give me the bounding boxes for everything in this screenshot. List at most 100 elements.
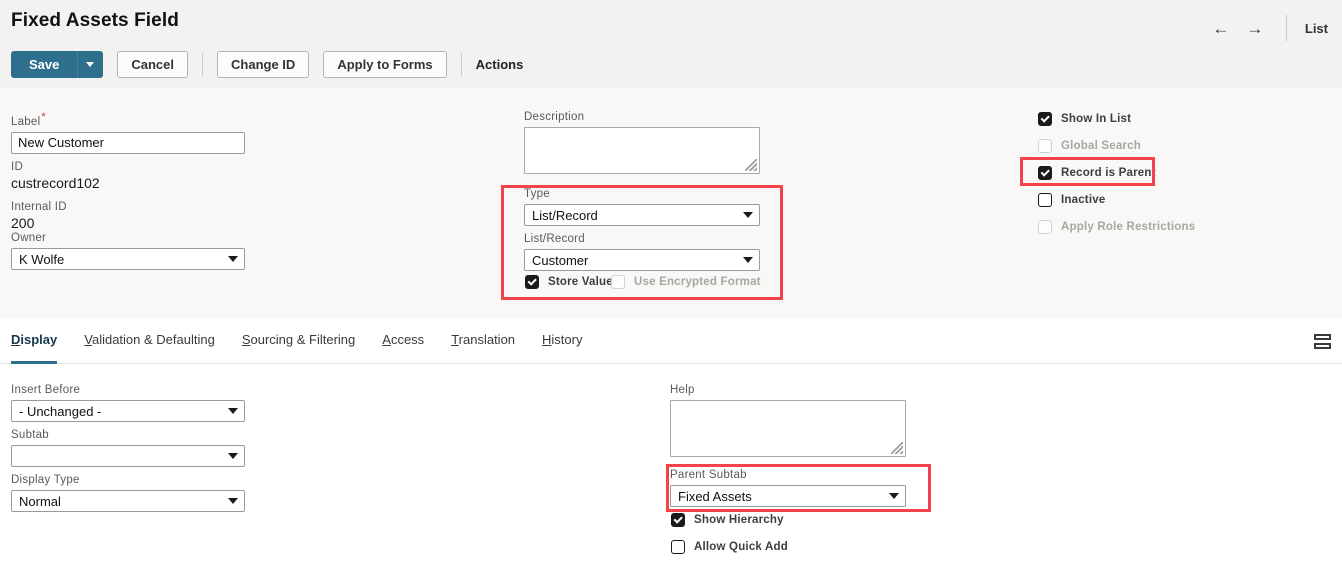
toolbar: Save Cancel Change ID Apply to Forms Act… (11, 51, 523, 78)
description-field-group: Description (524, 111, 760, 174)
internal-id-field-group: Internal ID 200 (11, 201, 67, 231)
layout-row-bottom (1314, 343, 1331, 349)
checkbox-box (525, 275, 539, 289)
checkbox-box (1038, 166, 1052, 180)
save-dropdown-button[interactable] (77, 51, 104, 78)
checkbox-box (1038, 112, 1052, 126)
parent-subtab-select[interactable]: Fixed Assets (670, 485, 906, 507)
show-in-list-label: Show In List (1061, 113, 1132, 125)
owner-field-label: Owner (11, 232, 47, 244)
allow-quick-add-checkbox[interactable]: Allow Quick Add (671, 540, 788, 554)
id-value: custrecord102 (11, 175, 100, 191)
check-icon (673, 514, 683, 524)
tab-display[interactable]: Display (11, 318, 58, 364)
tab-translation[interactable]: Translation (451, 318, 515, 364)
check-icon (527, 276, 537, 286)
actions-menu[interactable]: Actions (476, 57, 524, 72)
resize-handle-icon[interactable] (745, 159, 757, 171)
internal-id-value: 200 (11, 215, 35, 231)
internal-id-field-label: Internal ID (11, 201, 67, 213)
label-input[interactable] (11, 131, 245, 154)
type-select[interactable]: List/Record (524, 204, 760, 226)
use-encrypted-format-checkbox: Use Encrypted Format (611, 275, 761, 289)
tab-access-accel: A (382, 332, 391, 347)
chevron-down-icon (86, 62, 95, 67)
record-is-parent-checkbox[interactable]: Record is Parent (1038, 166, 1156, 180)
tab-display-rest: isplay (20, 332, 58, 347)
owner-select[interactable]: K Wolfe (11, 248, 245, 270)
record-is-parent-label: Record is Parent (1061, 167, 1156, 179)
toolbar-divider-1 (202, 52, 204, 77)
change-id-button[interactable]: Change ID (217, 51, 310, 78)
chevron-down-icon (228, 408, 238, 414)
subtab-select[interactable] (11, 445, 245, 467)
chevron-down-icon (743, 257, 753, 263)
cancel-button[interactable]: Cancel (117, 51, 189, 78)
tab-history[interactable]: History (542, 318, 582, 364)
chevron-down-icon (228, 256, 238, 262)
checkbox-box (1038, 220, 1052, 234)
save-button[interactable]: Save (11, 51, 78, 78)
inactive-checkbox[interactable]: Inactive (1038, 193, 1105, 207)
list-record-field-group: List/Record Customer (524, 233, 760, 271)
resize-handle-icon[interactable] (891, 442, 903, 454)
help-textarea[interactable] (670, 400, 906, 457)
checkbox-box (671, 540, 685, 554)
label-field-group: Label* (11, 111, 245, 154)
arrow-right-icon[interactable]: → (1238, 14, 1272, 42)
page-header: Fixed Assets Field ← → List Save Cancel … (0, 0, 1342, 88)
insert-before-value: - Unchanged - (19, 403, 102, 419)
list-record-select[interactable]: Customer (524, 249, 760, 271)
type-select-value: List/Record (532, 207, 598, 223)
insert-before-select[interactable]: - Unchanged - (11, 400, 245, 422)
show-hierarchy-checkbox[interactable]: Show Hierarchy (671, 513, 784, 527)
display-type-label: Display Type (11, 474, 80, 486)
check-icon (1040, 167, 1050, 177)
list-record-field-label: List/Record (524, 233, 585, 245)
checkbox-box (671, 513, 685, 527)
tab-translation-accel: T (451, 332, 459, 347)
chevron-down-icon (228, 498, 238, 504)
show-in-list-checkbox[interactable]: Show In List (1038, 112, 1131, 126)
display-type-group: Display Type Normal (11, 474, 245, 512)
apply-role-restrictions-checkbox: Apply Role Restrictions (1038, 220, 1195, 234)
tab-display-accel: D (11, 332, 21, 347)
subtab-label: Subtab (11, 429, 49, 441)
tab-access-rest: ccess (390, 332, 425, 347)
tab-sourcing-rest: ourcing & Filtering (250, 332, 356, 347)
description-textarea[interactable] (524, 127, 760, 174)
chevron-down-icon (743, 212, 753, 218)
type-field-label: Type (524, 188, 550, 200)
chevron-down-icon (889, 493, 899, 499)
required-asterisk: * (41, 111, 46, 123)
tab-access[interactable]: Access (382, 318, 424, 364)
id-field-group: ID custrecord102 (11, 161, 100, 191)
store-value-checkbox[interactable]: Store Value (525, 275, 613, 289)
insert-before-label: Insert Before (11, 384, 81, 396)
list-record-select-value: Customer (532, 252, 589, 268)
tab-history-rest: istory (551, 332, 583, 347)
list-link[interactable]: List (1305, 21, 1342, 36)
allow-quick-add-label: Allow Quick Add (694, 541, 788, 553)
show-hierarchy-label: Show Hierarchy (694, 514, 784, 526)
type-field-group: Type List/Record (524, 188, 760, 226)
toolbar-divider-2 (460, 52, 462, 77)
tab-translation-rest: ranslation (458, 332, 516, 347)
chevron-down-icon (228, 453, 238, 459)
parent-subtab-group: Parent Subtab Fixed Assets (670, 469, 906, 507)
owner-field-group: Owner K Wolfe (11, 232, 245, 270)
arrow-left-icon[interactable]: ← (1204, 14, 1238, 42)
apply-to-forms-button[interactable]: Apply to Forms (323, 51, 447, 78)
display-type-select[interactable]: Normal (11, 490, 245, 512)
global-search-checkbox: Global Search (1038, 139, 1141, 153)
global-search-label: Global Search (1061, 140, 1141, 152)
layout-rows-icon[interactable] (1314, 334, 1331, 349)
page-title: Fixed Assets Field (11, 10, 179, 31)
tab-validation-defaulting[interactable]: Validation & Defaulting (84, 318, 215, 364)
main-form-area: Label* ID custrecord102 Internal ID 200 … (0, 88, 1342, 318)
tab-validation-accel: V (84, 332, 92, 347)
owner-select-value: K Wolfe (19, 251, 65, 267)
display-type-value: Normal (19, 493, 61, 509)
tab-sourcing-filtering[interactable]: Sourcing & Filtering (242, 318, 355, 364)
checkbox-box (611, 275, 625, 289)
